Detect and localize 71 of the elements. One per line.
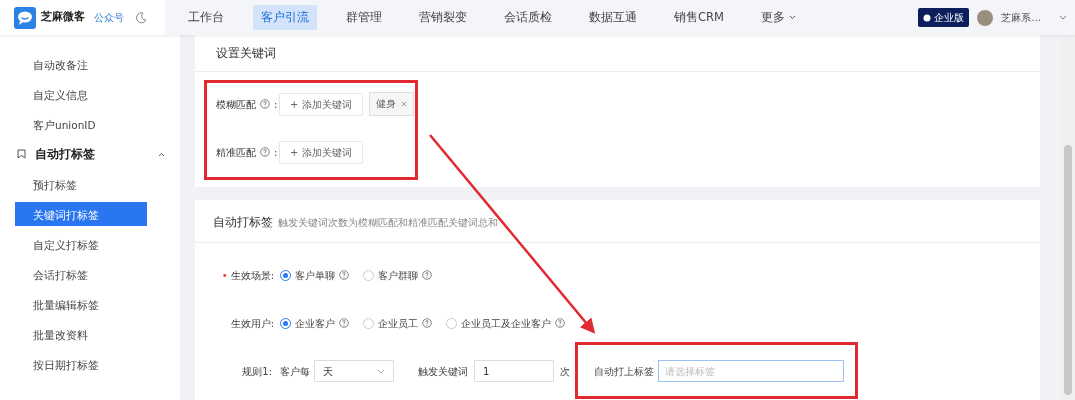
- sidebar-item[interactable]: 自定义信息: [15, 82, 147, 106]
- radio-button[interactable]: [446, 317, 457, 329]
- help-icon[interactable]: [260, 99, 270, 109]
- section-title: 设置关键词: [216, 45, 276, 62]
- field-label: 触发关键词: [418, 364, 468, 379]
- colon: :: [274, 97, 278, 112]
- moon-icon[interactable]: [135, 11, 147, 24]
- nav-tab[interactable]: 工作台: [180, 4, 232, 31]
- sidebar-item[interactable]: 按日期打标签: [15, 352, 147, 376]
- nav-tab[interactable]: 销售CRM: [666, 4, 732, 31]
- chevron-up-icon[interactable]: [158, 151, 165, 157]
- radio-button[interactable]: [363, 317, 374, 329]
- required-mark: •: [221, 269, 228, 281]
- more-menu[interactable]: 更多: [752, 4, 804, 31]
- radio-label[interactable]: 客户群聊: [378, 267, 418, 283]
- sidebar-item[interactable]: 批量编辑标签: [15, 292, 147, 316]
- hint-text: 触发关键词次数为模糊匹配和精准匹配关键词总和: [278, 216, 498, 230]
- field-label: 自动打上标签: [594, 364, 654, 379]
- add-keyword-button[interactable]: + 添加关键词: [279, 140, 363, 164]
- help-icon[interactable]: [555, 318, 565, 328]
- help-icon[interactable]: [339, 270, 349, 280]
- rule-label: 规则1:: [242, 365, 272, 377]
- nav-tab[interactable]: 数据互通: [581, 4, 645, 31]
- radio-label[interactable]: 企业客户: [295, 315, 335, 331]
- nav-tab[interactable]: 会话质检: [496, 4, 560, 31]
- unit-label: 次: [560, 364, 570, 379]
- colon: :: [274, 145, 278, 160]
- close-icon[interactable]: [400, 101, 407, 107]
- radio-label[interactable]: 客户单聊: [295, 267, 335, 283]
- avatar-circle[interactable]: [977, 9, 994, 26]
- nav-tab[interactable]: 客户引流: [253, 4, 317, 31]
- radio-button[interactable]: [280, 317, 291, 329]
- help-icon[interactable]: [339, 318, 349, 328]
- radio-label[interactable]: 企业员工: [378, 315, 418, 331]
- sidebar-group[interactable]: 自动打标签: [35, 145, 158, 163]
- account-link[interactable]: 公众号: [94, 10, 124, 25]
- help-icon[interactable]: [422, 318, 432, 328]
- help-icon[interactable]: [422, 270, 432, 280]
- scrollbar-track[interactable]: [1060, 35, 1075, 400]
- brand-name: 芝麻微客: [41, 9, 85, 26]
- add-keyword-button[interactable]: + 添加关键词: [279, 92, 363, 116]
- radio-button[interactable]: [280, 269, 291, 281]
- nav-tab[interactable]: 群管理: [338, 4, 390, 31]
- field-label: 模糊匹配: [216, 97, 256, 112]
- field-label: 生效场景:: [230, 269, 274, 281]
- count-field[interactable]: 1: [474, 360, 554, 382]
- sidebar-item[interactable]: 预打标签: [15, 172, 147, 196]
- sidebar-item[interactable]: 客户unionID: [15, 112, 147, 136]
- scrollbar-thumb[interactable]: [1063, 145, 1072, 395]
- sidebar-item[interactable]: 会话打标签: [15, 262, 147, 286]
- field-label: 生效用户:: [230, 317, 274, 329]
- chat-bubble-logo-icon: [14, 6, 36, 29]
- sidebar-item[interactable]: 自动改备注: [15, 52, 147, 76]
- field-label: 精准匹配: [216, 145, 256, 160]
- sidebar-item[interactable]: 批量改资料: [15, 322, 147, 346]
- sidebar-item[interactable]: 关键词打标签: [15, 202, 147, 226]
- sidebar-item[interactable]: 自定义打标签: [15, 232, 147, 256]
- edition-badge: 企业版: [918, 8, 970, 27]
- radio-button[interactable]: [363, 269, 374, 281]
- chevron-down-icon: [788, 15, 796, 20]
- keyword-tag: 健身: [368, 91, 414, 117]
- section-title: 自动打标签: [213, 214, 273, 231]
- period-select[interactable]: 天: [314, 360, 394, 382]
- radio-label[interactable]: 企业员工及企业客户: [461, 315, 551, 331]
- field-label: 客户每: [280, 364, 310, 379]
- chevron-down-icon[interactable]: [1059, 14, 1067, 21]
- user-name[interactable]: 芝麻系...: [1001, 10, 1041, 25]
- nav-tab[interactable]: 营销裂变: [411, 4, 475, 31]
- bookmark-icon: [17, 149, 26, 159]
- chevron-down-icon: [377, 368, 385, 374]
- help-icon[interactable]: [260, 147, 270, 157]
